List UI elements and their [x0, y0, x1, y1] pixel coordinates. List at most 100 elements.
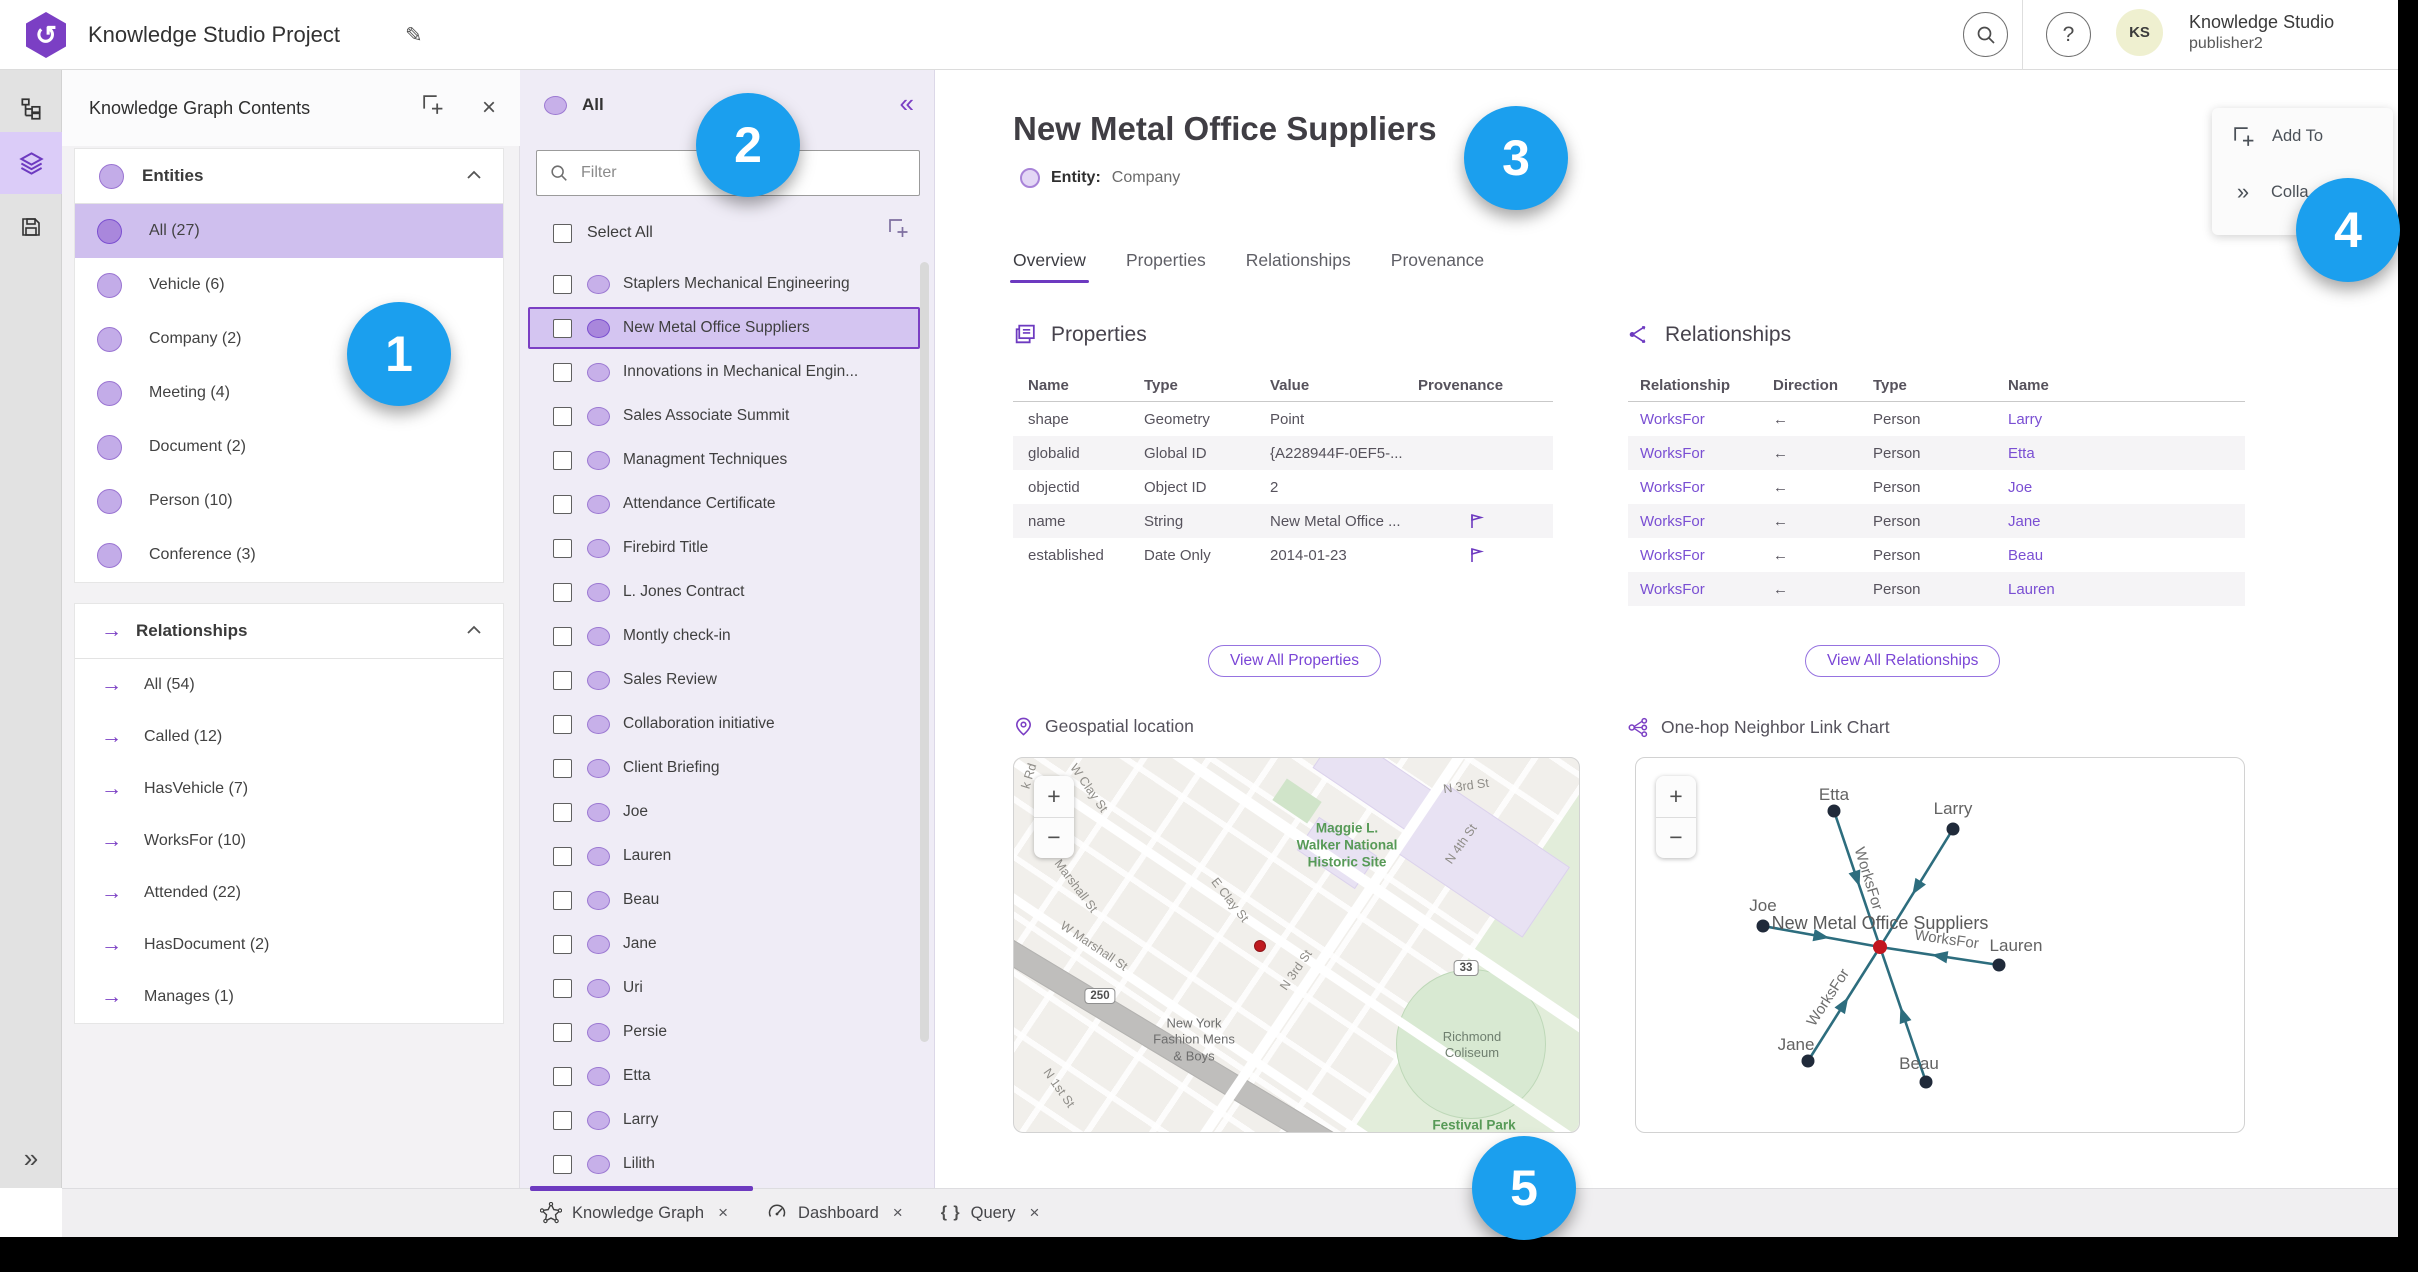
entities-section-header[interactable]: Entities: [75, 149, 503, 204]
entity-checkbox[interactable]: [553, 846, 572, 866]
add-entity-button[interactable]: [886, 216, 910, 245]
app-logo-icon[interactable]: ↺: [26, 12, 66, 58]
edit-title-icon[interactable]: ✎: [405, 0, 423, 70]
relationship-link[interactable]: WorksFor: [1628, 581, 1773, 598]
entity-checkbox[interactable]: [553, 978, 572, 998]
entity-checkbox[interactable]: [553, 758, 572, 778]
relationships-section-header[interactable]: → Relationships: [75, 604, 503, 659]
rail-expand-button[interactable]: »: [0, 1136, 62, 1180]
entity-list-item[interactable]: Joe: [520, 790, 935, 834]
related-entity-link[interactable]: Jane: [2008, 513, 2245, 530]
relationship-link[interactable]: WorksFor: [1628, 513, 1773, 530]
related-entity-link[interactable]: Lauren: [2008, 581, 2245, 598]
relationship-type-item[interactable]: → WorksFor (10): [75, 815, 503, 867]
entity-list-item[interactable]: L. Jones Contract: [520, 570, 935, 614]
search-button[interactable]: [1963, 12, 2008, 57]
add-layer-button[interactable]: [420, 92, 445, 122]
relationship-type-item[interactable]: → HasVehicle (7): [75, 763, 503, 815]
view-all-relationships-button[interactable]: View All Relationships: [1805, 645, 2001, 677]
entity-checkbox[interactable]: [553, 670, 572, 690]
entity-type-item[interactable]: Person (10): [75, 474, 503, 528]
detail-tab[interactable]: Relationships: [1246, 250, 1351, 283]
help-button[interactable]: ?: [2046, 12, 2091, 57]
entity-list-item[interactable]: Client Briefing: [520, 746, 935, 790]
entity-checkbox[interactable]: [553, 450, 572, 470]
entity-checkbox[interactable]: [553, 538, 572, 558]
link-chart[interactable]: Etta Larry Joe Lauren Jane Beau New Metal Offi…: [1635, 757, 2245, 1133]
relationship-link[interactable]: WorksFor: [1628, 547, 1773, 564]
entity-checkbox[interactable]: [553, 1022, 572, 1042]
tab-dashboard[interactable]: Dashboard ×: [766, 1202, 903, 1224]
relationship-link[interactable]: WorksFor: [1628, 479, 1773, 496]
entity-checkbox[interactable]: [553, 890, 572, 910]
entity-list-item[interactable]: Larry: [520, 1098, 935, 1142]
view-all-properties-button[interactable]: View All Properties: [1208, 645, 1381, 677]
entity-list-item[interactable]: Staplers Mechanical Engineering: [520, 262, 935, 306]
entity-list-item[interactable]: Etta: [520, 1054, 935, 1098]
rail-save-button[interactable]: [0, 196, 62, 258]
entity-list-item[interactable]: Lauren: [520, 834, 935, 878]
entity-list-item[interactable]: Beau: [520, 878, 935, 922]
close-tab-icon[interactable]: ×: [1026, 1203, 1040, 1223]
detail-tab[interactable]: Overview: [1010, 250, 1089, 283]
entity-type-item[interactable]: Vehicle (6): [75, 258, 503, 312]
entity-checkbox[interactable]: [553, 318, 572, 338]
geospatial-map[interactable]: k Rd W Clay St N 3rd St Maggie L. Walker Na…: [1013, 757, 1580, 1133]
entity-list-item[interactable]: Montly check-in: [520, 614, 935, 658]
entity-checkbox[interactable]: [553, 714, 572, 734]
related-entity-link[interactable]: Larry: [2008, 411, 2245, 428]
related-entity-link[interactable]: Etta: [2008, 445, 2245, 462]
tab-query[interactable]: { } Query ×: [941, 1203, 1040, 1223]
close-panel-button[interactable]: ×: [482, 70, 496, 146]
relationship-type-item[interactable]: → Manages (1): [75, 971, 503, 1023]
zoom-out-button[interactable]: −: [1656, 818, 1696, 859]
entity-type-item[interactable]: Conference (3): [75, 528, 503, 582]
zoom-in-button[interactable]: +: [1034, 776, 1074, 818]
entity-checkbox[interactable]: [553, 1066, 572, 1086]
entity-list-item[interactable]: Managment Techniques: [520, 438, 935, 482]
entity-checkbox[interactable]: [553, 802, 572, 822]
close-tab-icon[interactable]: ×: [714, 1203, 728, 1223]
tab-knowledge-graph[interactable]: Knowledge Graph ×: [540, 1202, 728, 1224]
provenance-flag-icon[interactable]: [1466, 511, 1486, 531]
entity-list-item[interactable]: Sales Associate Summit: [520, 394, 935, 438]
related-entity-link[interactable]: Beau: [2008, 547, 2245, 564]
select-all-row[interactable]: Select All: [553, 216, 653, 250]
relationship-link[interactable]: WorksFor: [1628, 411, 1773, 428]
zoom-out-button[interactable]: −: [1034, 818, 1074, 859]
related-entity-link[interactable]: Joe: [2008, 479, 2245, 496]
entity-list-item[interactable]: Uri: [520, 966, 935, 1010]
entity-checkbox[interactable]: [553, 406, 572, 426]
detail-tab[interactable]: Provenance: [1391, 250, 1484, 283]
provenance-flag-icon[interactable]: [1466, 545, 1486, 565]
rail-data-model-button[interactable]: [0, 78, 62, 140]
account-info[interactable]: Knowledge Studio publisher2: [2189, 11, 2334, 54]
entity-checkbox[interactable]: [553, 1110, 572, 1130]
entity-checkbox[interactable]: [553, 582, 572, 602]
select-all-checkbox[interactable]: [553, 223, 572, 243]
chevron-up-icon[interactable]: [465, 168, 483, 187]
rail-contents-button[interactable]: [0, 132, 62, 194]
entity-type-item[interactable]: All (27): [75, 204, 503, 258]
relationship-link[interactable]: WorksFor: [1628, 445, 1773, 462]
entity-list-item[interactable]: Innovations in Mechanical Engin...: [520, 350, 935, 394]
entity-list-item[interactable]: Jane: [520, 922, 935, 966]
entity-checkbox[interactable]: [553, 362, 572, 382]
entity-checkbox[interactable]: [553, 494, 572, 514]
list-scrollbar[interactable]: [920, 262, 929, 1042]
chevron-up-icon[interactable]: [465, 623, 483, 642]
relationship-type-item[interactable]: → All (54): [75, 659, 503, 711]
detail-tab[interactable]: Properties: [1126, 250, 1206, 283]
entity-list-item[interactable]: Persie: [520, 1010, 935, 1054]
relationship-type-item[interactable]: → Called (12): [75, 711, 503, 763]
entity-list-item[interactable]: Firebird Title: [520, 526, 935, 570]
entity-list-item[interactable]: New Metal Office Suppliers: [520, 306, 935, 350]
entity-checkbox[interactable]: [553, 274, 572, 294]
entity-list-item[interactable]: Attendance Certificate: [520, 482, 935, 526]
avatar[interactable]: KS: [2116, 9, 2163, 56]
entity-list-item[interactable]: Collaboration initiative: [520, 702, 935, 746]
relationship-type-item[interactable]: → Attended (22): [75, 867, 503, 919]
entity-checkbox[interactable]: [553, 1154, 572, 1174]
entity-type-item[interactable]: Document (2): [75, 420, 503, 474]
relationship-type-item[interactable]: → HasDocument (2): [75, 919, 503, 971]
